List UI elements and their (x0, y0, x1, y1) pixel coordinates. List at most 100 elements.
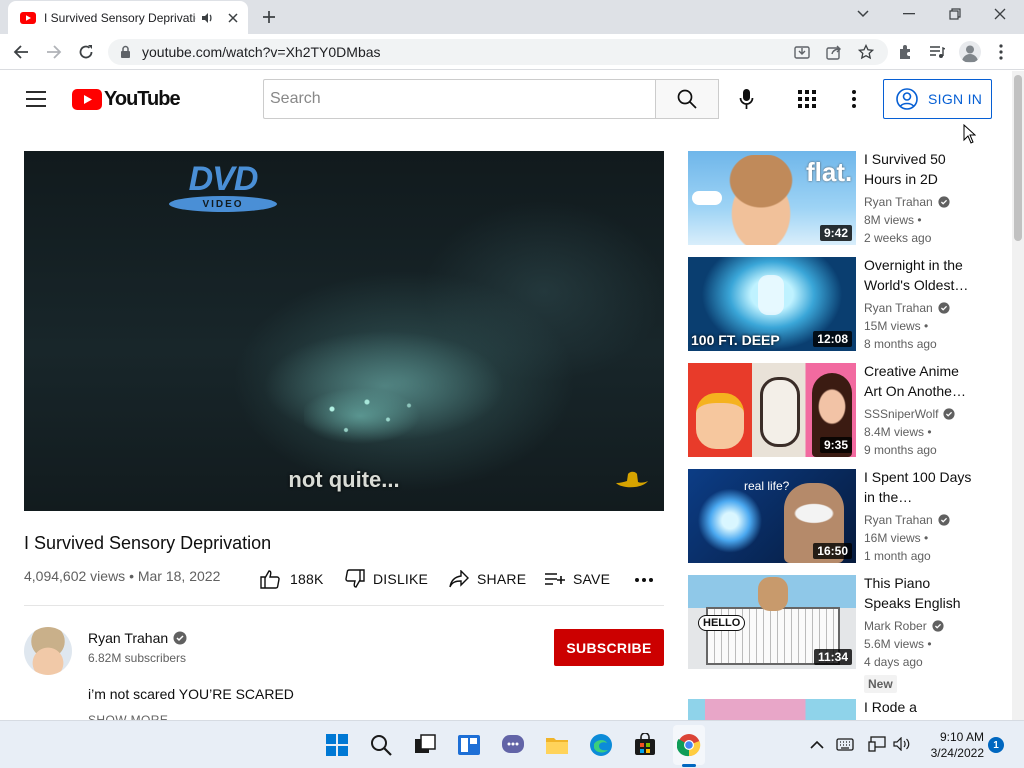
url-text[interactable]: youtube.com/watch?v=Xh2TY0DMbas (142, 44, 381, 60)
teams-chat-icon[interactable] (501, 733, 525, 757)
network-icon[interactable] (868, 736, 886, 752)
video-thumbnail[interactable]: flat. 9:42 (688, 151, 856, 245)
chrome-browser-icon[interactable] (677, 733, 701, 757)
close-tab-icon[interactable] (228, 12, 238, 23)
video-thumbnail[interactable]: HELLO 11:34 (688, 575, 856, 669)
channel-avatar[interactable] (24, 627, 72, 675)
channel-name[interactable]: Ryan Trahan (864, 513, 933, 527)
settings-kebab-icon[interactable] (852, 90, 856, 108)
close-window-icon[interactable] (994, 8, 1006, 20)
install-app-icon[interactable] (794, 44, 810, 60)
channel-row[interactable]: Ryan Trahan (864, 301, 950, 315)
show-hidden-icons-chevron-icon[interactable] (810, 740, 824, 750)
save-button[interactable]: SAVE (545, 566, 610, 592)
recommended-video-2[interactable]: 100 FT. DEEP 12:08 Overnight in the Worl… (688, 257, 988, 351)
video-player[interactable]: DVD VIDEO not quite... (24, 151, 664, 511)
recommended-video-3[interactable]: 9:35 Creative Anime Art On Anothe… SSSni… (688, 363, 988, 457)
share-button[interactable]: SHARE (449, 566, 526, 592)
recommended-video-5[interactable]: HELLO 11:34 This Piano Speaks English Ma… (688, 573, 988, 693)
address-bar[interactable]: youtube.com/watch?v=Xh2TY0DMbas (108, 39, 888, 65)
verified-check-icon (938, 196, 950, 208)
volume-icon[interactable] (893, 737, 911, 751)
bookmark-star-icon[interactable] (858, 44, 874, 60)
recommended-video-1[interactable]: flat. 9:42 I Survived 50 Hours in 2D Rya… (688, 151, 988, 245)
windows-start-icon[interactable] (325, 733, 349, 757)
subscribe-button[interactable]: SUBSCRIBE (554, 629, 664, 666)
video-title[interactable]: I Rode a (864, 699, 974, 717)
youtube-logo[interactable]: YouTube (72, 88, 181, 111)
channel-name[interactable]: Ryan Trahan (88, 630, 168, 646)
video-views-date: 4,094,602 views • Mar 18, 2022 (24, 568, 221, 584)
share-page-icon[interactable] (826, 44, 842, 60)
forward-arrow-icon[interactable] (46, 44, 62, 60)
back-arrow-icon[interactable] (13, 44, 29, 60)
channel-row[interactable]: Mark Rober (864, 619, 944, 633)
section-divider (24, 605, 664, 606)
search-input[interactable] (263, 79, 656, 119)
video-title[interactable]: This Piano Speaks English (864, 573, 974, 613)
search-button[interactable] (655, 79, 719, 119)
channel-name[interactable]: Ryan Trahan (864, 195, 933, 209)
file-explorer-icon[interactable] (545, 733, 569, 757)
profile-avatar-icon[interactable] (959, 41, 981, 63)
video-thumbnail[interactable]: 9:35 (688, 363, 856, 457)
reload-icon[interactable] (78, 44, 94, 60)
page-scrollbar[interactable] (1012, 71, 1024, 720)
browser-tab-active[interactable]: I Survived Sensory Deprivation - YouTube (8, 1, 248, 34)
channel-name-row[interactable]: Ryan Trahan (88, 630, 187, 646)
sign-in-button[interactable]: SIGN IN (883, 79, 992, 119)
video-title[interactable]: Creative Anime Art On Anothe… (864, 361, 974, 401)
thumb-anime-face (696, 393, 744, 449)
dvd-logo-subtext: VIDEO (202, 198, 244, 210)
search-icon[interactable] (369, 733, 393, 757)
video-title[interactable]: Overnight in the World's Oldest… (864, 255, 974, 295)
dislike-button[interactable]: DISLIKE (345, 566, 428, 592)
channel-row[interactable]: Ryan Trahan (864, 513, 950, 527)
video-thumbnail[interactable]: 100 FT. DEEP 12:08 (688, 257, 856, 351)
hamburger-menu-icon[interactable] (26, 91, 46, 107)
subscriber-count: 6.82M subscribers (88, 651, 187, 665)
browser-menu-kebab-icon[interactable] (999, 44, 1003, 60)
channel-name[interactable]: Mark Rober (864, 619, 927, 633)
thumb-diver-figure (758, 275, 784, 315)
search-icon (677, 89, 697, 109)
view-count: 16M views • (864, 531, 929, 545)
thumb-cloud (692, 191, 722, 205)
video-thumbnail[interactable] (688, 699, 856, 720)
scrollbar-thumb[interactable] (1014, 75, 1022, 241)
like-button[interactable]: 188K (260, 566, 324, 592)
clock-time: 9:10 AM (939, 730, 984, 744)
keyboard-icon[interactable] (836, 738, 854, 751)
sign-in-label: SIGN IN (928, 91, 983, 107)
channel-row[interactable]: Ryan Trahan (864, 195, 950, 209)
microsoft-store-icon[interactable] (633, 733, 657, 757)
minimize-window-icon[interactable] (903, 13, 915, 15)
audio-playing-icon[interactable] (200, 11, 214, 25)
thumb-overlay-text: HELLO (698, 615, 746, 631)
widgets-icon[interactable] (457, 733, 481, 757)
restore-window-icon[interactable] (949, 8, 961, 20)
video-thumbnail[interactable]: real life? 16:50 (688, 469, 856, 563)
tab-search-chevron-icon[interactable] (857, 10, 869, 18)
channel-name[interactable]: Ryan Trahan (864, 301, 933, 315)
show-more-button[interactable]: SHOW MORE (88, 713, 168, 720)
apps-grid-icon[interactable] (798, 90, 816, 108)
task-view-icon[interactable] (413, 733, 437, 757)
system-clock[interactable]: 9:10 AM 3/24/2022 (922, 729, 984, 761)
more-actions-icon[interactable] (635, 578, 653, 582)
new-tab-plus-icon[interactable] (262, 10, 276, 24)
voice-search-mic-icon[interactable] (739, 88, 754, 110)
windows-taskbar: 9:10 AM 3/24/2022 1 (0, 720, 1024, 768)
youtube-play-logo-icon (72, 89, 102, 110)
edge-browser-icon[interactable] (589, 733, 613, 757)
extensions-puzzle-icon[interactable] (898, 44, 914, 60)
recommended-video-4[interactable]: real life? 16:50 I Spent 100 Days in the… (688, 469, 988, 563)
notification-badge[interactable]: 1 (988, 737, 1004, 753)
channel-name[interactable]: SSSniperWolf (864, 407, 938, 421)
recommended-video-6[interactable]: I Rode a (688, 699, 988, 720)
video-title[interactable]: I Spent 100 Days in the… (864, 467, 974, 507)
channel-row[interactable]: SSSniperWolf (864, 407, 956, 421)
lock-icon[interactable] (120, 45, 131, 59)
media-control-icon[interactable] (929, 44, 945, 60)
video-title[interactable]: I Survived 50 Hours in 2D (864, 149, 974, 189)
